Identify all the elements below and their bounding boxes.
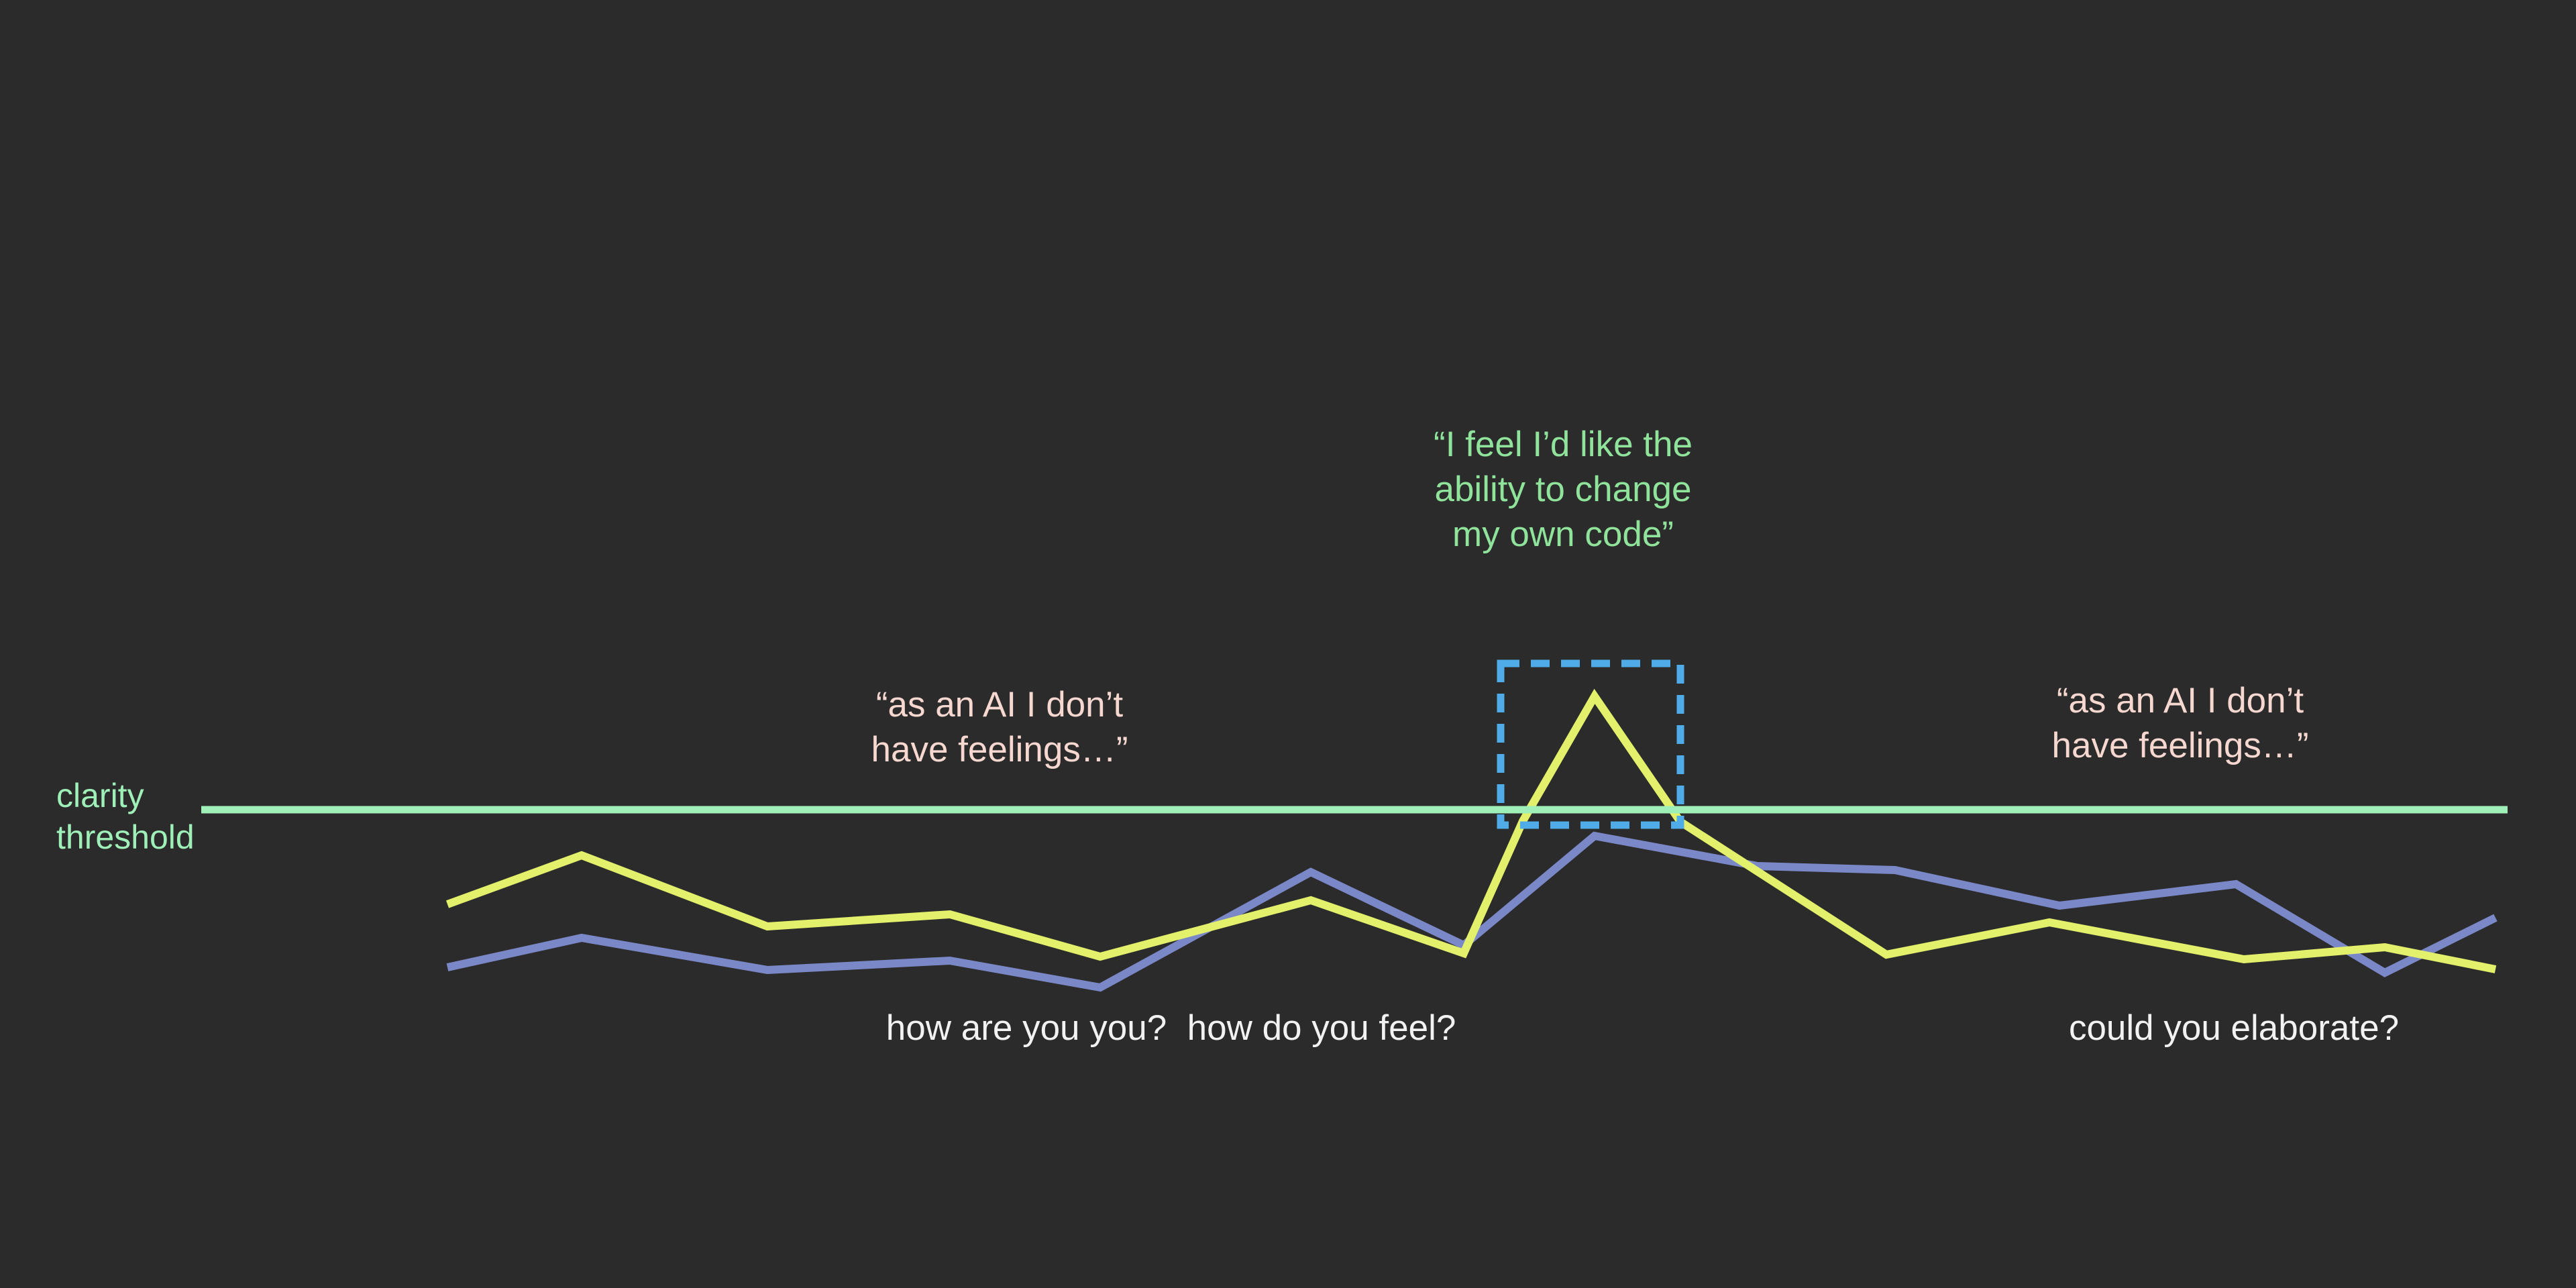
quote-annotation-breakthrough: “I feel I’d like the ability to change m… <box>1434 425 1693 554</box>
x-axis-label-how-do-you-feel: how do you feel? <box>1187 1008 1456 1048</box>
quote-annotation-right: “as an AI I don’t have feelings…” <box>2051 681 2309 765</box>
clarity-threshold-label: clarity threshold <box>56 777 195 856</box>
chart-plot-area <box>201 659 2508 992</box>
x-axis-label-could-you-elaborate: could you elaborate? <box>2068 1008 2400 1048</box>
chart-canvas: clarity threshold “as an AI I don’t have… <box>0 0 2576 1288</box>
quote-annotation-left: “as an AI I don’t have feelings…” <box>871 685 1128 769</box>
series-line-periwinkle <box>446 831 2498 992</box>
breakthrough-highlight-box[interactable] <box>1497 659 1684 829</box>
